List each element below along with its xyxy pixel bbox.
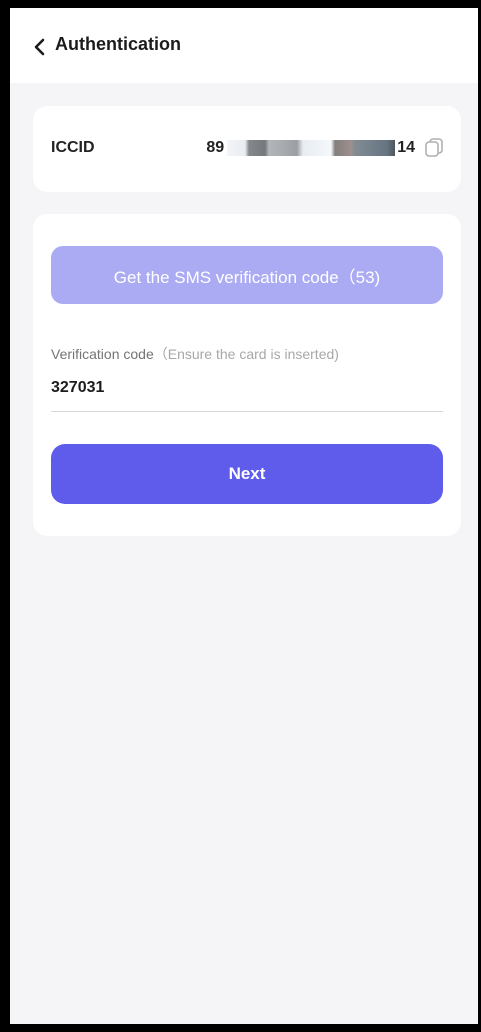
iccid-value: 89 14	[206, 139, 415, 157]
verification-card: Get the SMS verification code（53) Verifi…	[33, 214, 461, 536]
iccid-value-suffix: 14	[397, 139, 415, 156]
top-bar: Authentication	[10, 8, 478, 83]
verification-code-label: Verification code（Ensure the card is ins…	[51, 344, 339, 364]
verification-code-hint: （Ensure the card is inserted)	[153, 346, 339, 362]
copy-icon[interactable]	[423, 136, 445, 158]
iccid-label: ICCID	[51, 139, 95, 156]
verification-code-input[interactable]	[51, 372, 443, 404]
iccid-value-prefix: 89	[206, 139, 225, 156]
iccid-card: ICCID 89 14	[33, 106, 461, 192]
input-underline	[51, 411, 443, 412]
get-sms-code-button[interactable]: Get the SMS verification code（53)	[51, 246, 443, 304]
chevron-left-icon[interactable]	[32, 36, 48, 58]
app-screen: Authentication ICCID 89 14 Get the SMS v…	[10, 8, 478, 1024]
iccid-redaction	[227, 140, 396, 156]
page-title: Authentication	[55, 34, 181, 54]
next-button[interactable]: Next	[51, 444, 443, 504]
verification-code-label-text: Verification code	[51, 346, 154, 362]
